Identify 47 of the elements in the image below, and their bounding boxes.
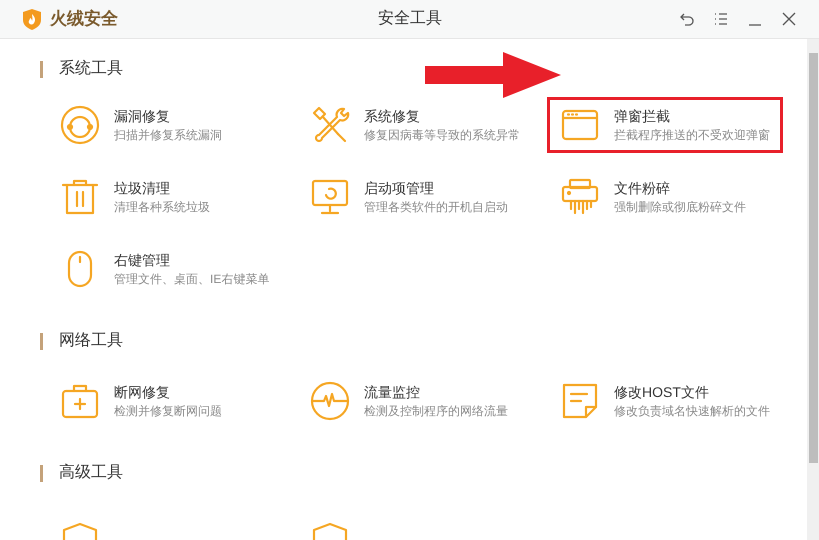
circle-headset-icon bbox=[60, 105, 100, 145]
tool-description: 修改负责域名快速解析的文件 bbox=[614, 403, 770, 420]
tool-description: 检测及控制程序的网络流量 bbox=[364, 403, 508, 420]
tool-description: 清理各种系统垃圾 bbox=[114, 199, 210, 216]
tool-item[interactable]: 右键管理 管理文件、桌面、IE右键菜单 bbox=[47, 241, 276, 297]
tool-name: 修改HOST文件 bbox=[614, 383, 710, 402]
tool-item[interactable]: 文件粉碎 强制删除或彻底粉碎文件 bbox=[547, 169, 753, 225]
tool-item[interactable]: 弹窗拦截 拦截程序推送的不受欢迎弹窗 bbox=[547, 97, 783, 153]
menu-icon[interactable] bbox=[713, 11, 729, 27]
scrollbar[interactable] bbox=[807, 39, 819, 540]
flame-shield-logo-icon bbox=[22, 8, 42, 30]
tool-item[interactable]: 断网修复 检测并修复断网问题 bbox=[47, 373, 229, 429]
tool-description: 管理文件、桌面、IE右键菜单 bbox=[114, 271, 270, 288]
tool-name: 启动项管理 bbox=[364, 179, 435, 198]
tool-item[interactable]: 系统修复 修复因病毒等导致的系统异常 bbox=[297, 97, 527, 153]
tool-description: 强制删除或彻底粉碎文件 bbox=[614, 199, 746, 216]
close-icon[interactable] bbox=[781, 11, 797, 27]
tool-item[interactable]: 漏洞修复 扫描并修复系统漏洞 bbox=[47, 97, 229, 153]
tool-description: 拦截程序推送的不受欢迎弹窗 bbox=[614, 127, 770, 144]
tool-description: 管理各类软件的开机自启动 bbox=[364, 199, 508, 216]
tool-name: 弹窗拦截 bbox=[614, 107, 671, 126]
monitor-icon bbox=[310, 177, 350, 217]
tool-item[interactable]: 修改HOST文件 修改负责域名快速解析的文件 bbox=[547, 373, 777, 429]
section-title: 网络工具 bbox=[59, 331, 123, 351]
tool-name: 系统修复 bbox=[364, 107, 421, 126]
trash-icon bbox=[60, 177, 100, 217]
tool-name: 文件粉碎 bbox=[614, 179, 671, 198]
tool-name: 漏洞修复 bbox=[114, 107, 171, 126]
tool-item[interactable]: 垃圾清理 清理各种系统垃圾 bbox=[47, 169, 217, 225]
tool-item[interactable]: 启动项管理 管理各类软件的开机自启动 bbox=[297, 169, 515, 225]
tool-description: 扫描并修复系统漏洞 bbox=[114, 127, 222, 144]
tool-item[interactable]: 流量监控 检测及控制程序的网络流量 bbox=[297, 373, 515, 429]
shredder-icon bbox=[560, 177, 600, 217]
section-title: 高级工具 bbox=[59, 462, 123, 483]
section-title: 系统工具 bbox=[59, 58, 123, 79]
tool-description: 检测并修复断网问题 bbox=[114, 403, 222, 420]
wrench-screwdriver-icon bbox=[310, 105, 350, 145]
tool-name: 流量监控 bbox=[364, 383, 421, 402]
note-icon bbox=[560, 381, 600, 421]
tool-name: 垃圾清理 bbox=[114, 179, 171, 198]
undo-icon[interactable] bbox=[679, 11, 695, 27]
pulse-icon bbox=[310, 381, 350, 421]
tool-description: 修复因病毒等导致的系统异常 bbox=[364, 127, 520, 144]
window-title: 安全工具 bbox=[378, 8, 442, 29]
tool-name: 右键管理 bbox=[114, 251, 171, 270]
tool-name: 断网修复 bbox=[114, 383, 171, 402]
brand-name: 火绒安全 bbox=[50, 8, 118, 30]
